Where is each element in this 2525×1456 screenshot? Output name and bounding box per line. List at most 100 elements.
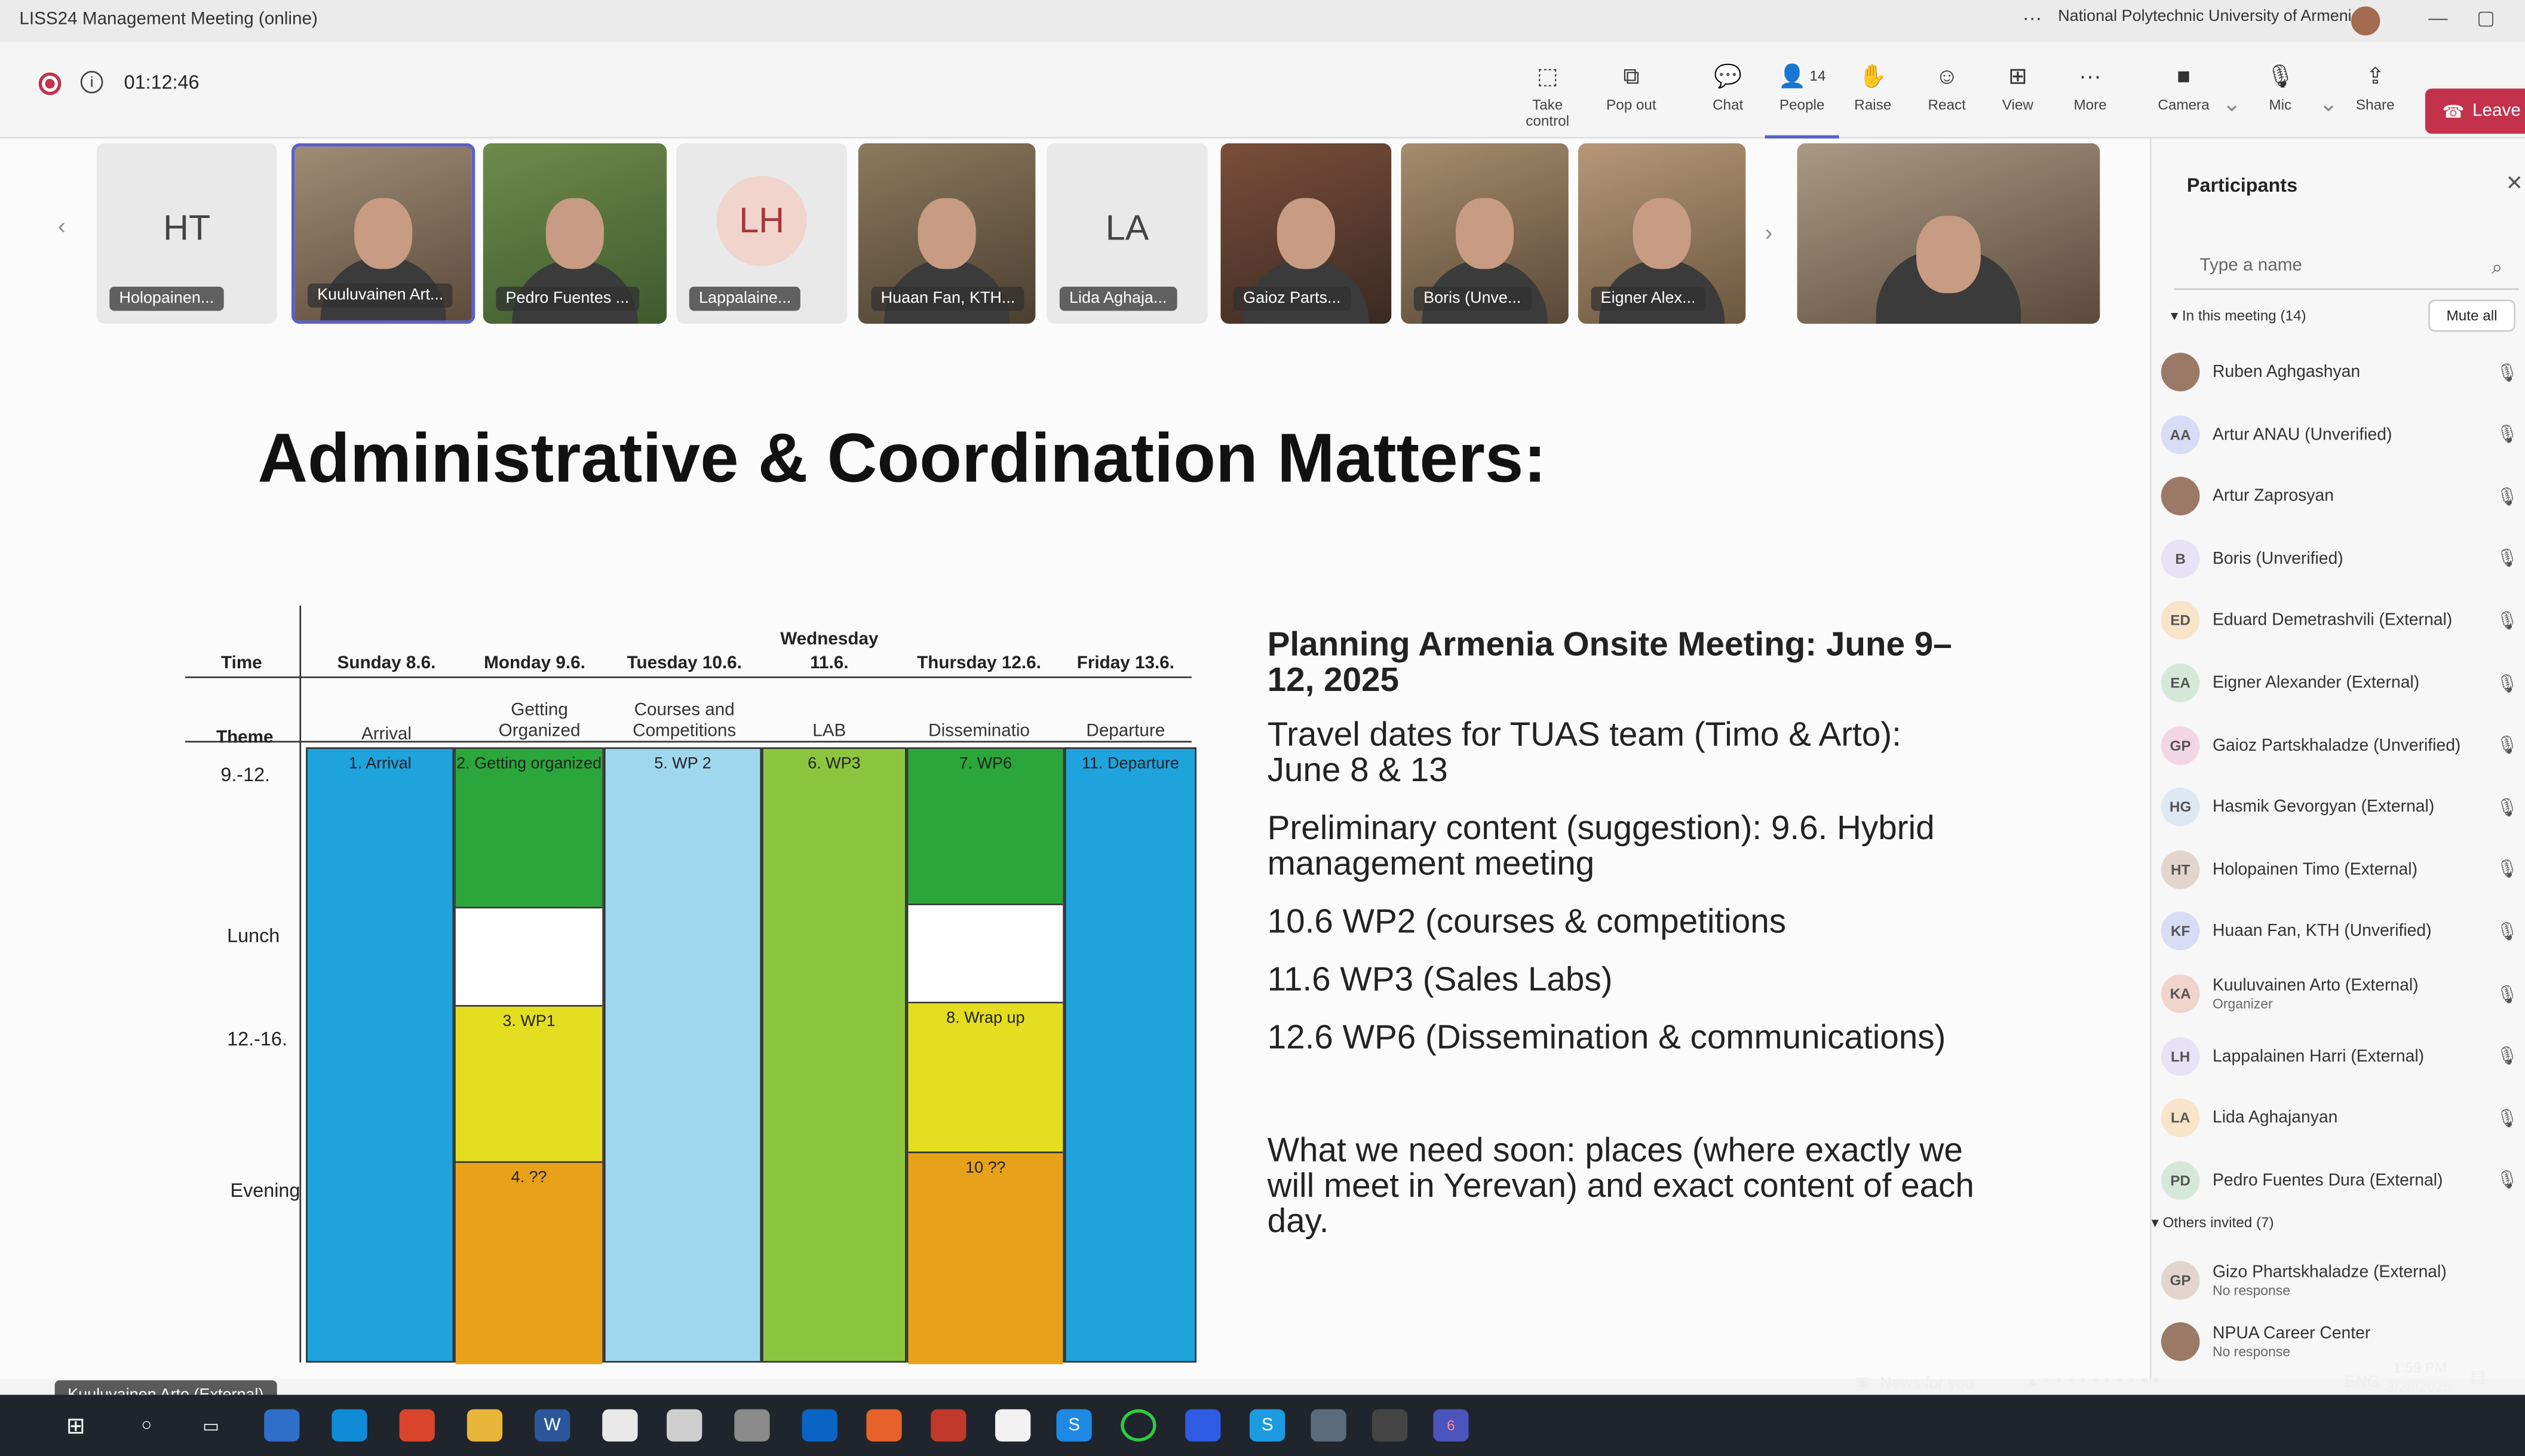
microphone-icon[interactable]: 🎙 — [2496, 1170, 2519, 1190]
input-language[interactable]: ENG — [2345, 1374, 2379, 1392]
teams-icon[interactable]: 6 — [1433, 1409, 1469, 1442]
participant-row[interactable]: ED Eduard Demetrashvili (External) 🎙 — [2161, 597, 2518, 645]
microphone-icon[interactable]: 🎙 — [2496, 486, 2519, 506]
firefox-icon[interactable] — [866, 1409, 902, 1442]
file-explorer-icon[interactable] — [467, 1409, 503, 1442]
in-meeting-section[interactable]: ▾ In this meeting (14) — [2171, 308, 2306, 325]
tile-name: Boris (Unve... — [1413, 287, 1531, 311]
participant-row[interactable]: LH Lappalainen Harri (External) 🎙 — [2161, 1032, 2518, 1080]
system-tray-icons[interactable]: ▴▪▪▪▪▪▪▪▪▪▪ — [2029, 1372, 2165, 1390]
skype-business-icon[interactable]: S — [1249, 1409, 1285, 1442]
microphone-icon[interactable]: 🎙 — [2496, 610, 2519, 631]
refresh-app-icon[interactable] — [1121, 1409, 1156, 1442]
remote-desktop-icon[interactable] — [1311, 1409, 1346, 1442]
microphone-icon[interactable]: 🎙 — [2496, 1108, 2519, 1128]
phone-hangup-icon: ☎ — [2442, 102, 2465, 122]
participant-row[interactable]: PD Pedro Fuentes Dura (External) 🎙 — [2161, 1156, 2518, 1205]
skype-icon[interactable]: S — [1056, 1409, 1092, 1442]
task-view-icon[interactable]: ▭ — [193, 1409, 228, 1442]
news-widget[interactable]: ▣ News for you — [1855, 1375, 1974, 1393]
more-button[interactable]: ··· More — [2053, 61, 2127, 113]
smiley-icon: ☺ — [1935, 63, 1959, 89]
microphone-icon[interactable]: 🎙 — [2496, 361, 2519, 382]
tiles-prev-arrow-icon[interactable]: ‹ — [58, 213, 66, 238]
chat-button[interactable]: 💬 Chat — [1691, 61, 1765, 113]
camera-app-icon[interactable] — [1372, 1409, 1408, 1442]
participant-tile[interactable]: Boris (Unve... — [1401, 143, 1569, 324]
mute-all-button[interactable]: Mute all — [2428, 299, 2515, 332]
microphone-icon[interactable]: 🎙 — [2496, 797, 2519, 818]
participant-row[interactable]: AA Artur ANAU (Unverified) 🎙 — [2161, 410, 2518, 459]
search-icon[interactable]: ○ — [129, 1409, 164, 1442]
microphone-icon[interactable]: 🎙 — [2496, 548, 2519, 569]
participant-row[interactable]: HT Holopainen Timo (External) 🎙 — [2161, 845, 2518, 893]
people-button[interactable]: 👤 14 People — [1765, 61, 1839, 139]
microphone-icon[interactable]: 🎙 — [2496, 672, 2519, 693]
camera-button[interactable]: ■ Camera — [2147, 61, 2221, 113]
minimize-icon[interactable]: — — [2428, 7, 2447, 29]
search-input[interactable]: Type a name ⌕ — [2174, 248, 2519, 290]
more-options-icon[interactable]: ··· — [2023, 7, 2042, 29]
pop-out-button[interactable]: ⧉ Pop out — [1594, 61, 1668, 113]
participant-row[interactable]: B Boris (Unverified) 🎙 — [2161, 535, 2518, 583]
account-avatar[interactable] — [2351, 6, 2380, 36]
microphone-icon[interactable]: 🎙 — [2496, 983, 2519, 1004]
participant-tile[interactable]: Eigner Alex... — [1578, 143, 1746, 324]
word-icon[interactable]: W — [535, 1409, 570, 1442]
document-icon[interactable] — [995, 1409, 1031, 1442]
calculator-icon[interactable] — [734, 1409, 770, 1442]
participant-tile[interactable]: Huaan Fan, KTH... — [858, 143, 1036, 324]
store-icon[interactable] — [667, 1409, 702, 1442]
react-button[interactable]: ☺ React — [1910, 61, 1984, 113]
participant-tile[interactable]: Kuuluvainen Art... — [291, 143, 475, 324]
chrome-icon[interactable] — [399, 1409, 435, 1442]
microphone-icon[interactable]: 🎙 — [2496, 859, 2519, 880]
outlook-icon[interactable] — [802, 1409, 837, 1442]
participant-row[interactable]: Ruben Aghgashyan 🎙 — [2161, 348, 2518, 397]
raise-hand-button[interactable]: ✋ Raise — [1836, 61, 1910, 113]
mic-button[interactable]: 🎙 Mic — [2243, 61, 2317, 113]
participant-row[interactable]: EA Eigner Alexander (External) 🎙 — [2161, 659, 2518, 707]
mic-options-chevron-icon[interactable]: ⌄ — [2319, 90, 2338, 118]
participant-row[interactable]: HG Hasmik Gevorgyan (External) 🎙 — [2161, 783, 2518, 831]
participant-tile[interactable]: Gaioz Parts... — [1220, 143, 1392, 324]
participant-row[interactable]: KF Huaan Fan, KTH (Unverified) 🎙 — [2161, 907, 2518, 956]
microphone-icon[interactable]: 🎙 — [2496, 1046, 2519, 1066]
share-button[interactable]: ⇪ Share — [2338, 61, 2412, 113]
microphone-icon[interactable]: 🎙 — [2496, 921, 2519, 942]
clock-time[interactable]: 1:59 PM — [2393, 1359, 2447, 1375]
maximize-icon[interactable]: ▢ — [2477, 7, 2495, 29]
info-icon[interactable]: i — [80, 70, 103, 94]
zoom-icon[interactable] — [1185, 1409, 1221, 1442]
microphone-icon[interactable]: 🎙 — [2496, 424, 2519, 444]
notifications-icon[interactable]: ▤ — [2470, 1369, 2485, 1387]
participant-tile[interactable]: LH Lappalaine... — [676, 143, 847, 324]
participant-row[interactable]: GP Gaioz Partskhaladze (Unverified) 🎙 — [2161, 721, 2518, 769]
tiles-next-arrow-icon[interactable]: › — [1765, 219, 1773, 245]
close-icon[interactable]: ✕ — [2506, 171, 2523, 196]
others-invited-section[interactable]: ▾ Others invited (7) — [2152, 1214, 2274, 1232]
app-icon[interactable] — [931, 1409, 967, 1442]
view-button[interactable]: ⊞ View — [1981, 61, 2055, 113]
take-control-button[interactable]: ⬚ Take control — [1511, 61, 1585, 129]
participant-tile[interactable]: Pedro Fuentes ... — [483, 143, 667, 324]
self-view-video[interactable] — [1797, 143, 2100, 324]
participant-row[interactable]: KA Kuuluvainen Arto (External) Organizer 🎙 — [2161, 970, 2518, 1018]
leave-button[interactable]: ☎ Leave — [2425, 88, 2525, 134]
participant-tile[interactable]: LA Lida Aghaja... — [1047, 143, 1208, 324]
grid-icon: ⊞ — [2008, 62, 2027, 88]
participant-row[interactable]: LA Lida Aghajanyan 🎙 — [2161, 1094, 2518, 1142]
participant-row[interactable]: NPUA Career Center No response — [2161, 1317, 2518, 1366]
copilot-icon[interactable] — [264, 1409, 300, 1442]
participant-row[interactable]: Artur Zaprosyan 🎙 — [2161, 472, 2518, 521]
edge-icon[interactable] — [332, 1409, 367, 1442]
notepad-icon[interactable] — [602, 1409, 638, 1442]
microphone-icon[interactable]: 🎙 — [2496, 735, 2519, 755]
participant-row[interactable]: GP Gizo Phartskhaladze (External) No respo… — [2161, 1257, 2518, 1305]
participant-tile[interactable]: HT Holopainen... — [96, 143, 277, 324]
camera-options-chevron-icon[interactable]: ⌄ — [2222, 90, 2241, 118]
start-icon[interactable]: ⊞ — [58, 1409, 93, 1442]
participant-name: Artur ANAU (Unverified) — [2213, 424, 2392, 444]
avatar: GP — [2161, 726, 2200, 764]
clock-date[interactable]: 3/28/2025 — [2386, 1379, 2451, 1395]
